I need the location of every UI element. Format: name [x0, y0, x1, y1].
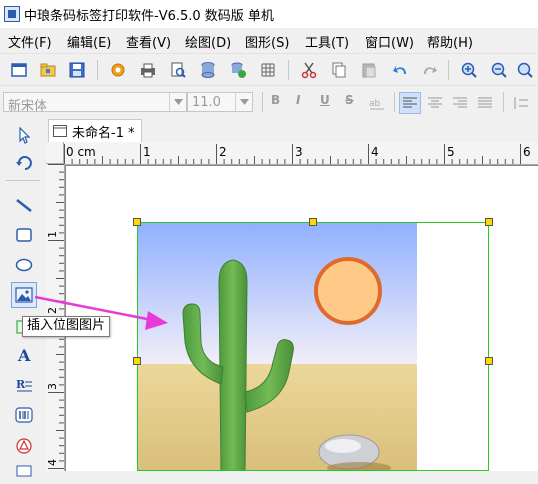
ruler-label-4: 4 [371, 145, 379, 159]
print-preview-icon[interactable] [167, 59, 189, 81]
save-icon[interactable] [66, 59, 88, 81]
ruler-label-0: 0 cm [66, 145, 96, 159]
resize-handle-top-left[interactable] [133, 218, 141, 226]
ruler-corner [46, 142, 64, 164]
vruler-label-3: 3 [46, 383, 59, 390]
strikethrough-button[interactable]: S [345, 93, 354, 107]
ruler-label-2: 2 [219, 145, 227, 159]
menu-draw[interactable]: 绘图(D) [185, 32, 231, 51]
menu-help[interactable]: 帮助(H) [427, 32, 473, 51]
vruler-label-4: 4 [46, 459, 59, 466]
grid-icon[interactable] [257, 59, 279, 81]
ellipse-tool-icon[interactable] [11, 252, 37, 278]
title-bar: 中琅条码标签打印软件-V6.5.0 数码版 单机 [0, 0, 538, 28]
redo-icon[interactable] [418, 59, 440, 81]
format-toolbar: 新宋体 11.0 B I U S ab [0, 85, 538, 119]
resize-handle-right[interactable] [485, 357, 493, 365]
chevron-down-icon [169, 93, 186, 111]
main-toolbar [0, 53, 538, 86]
align-justify-icon[interactable] [474, 92, 496, 114]
menu-window[interactable]: 窗口(W) [365, 32, 414, 51]
ruler-label-6: 6 [523, 145, 531, 159]
menu-bar: 文件(F) 编辑(E) 查看(V) 绘图(D) 图形(S) 工具(T) 窗口(W… [0, 28, 538, 53]
database-link-icon[interactable] [227, 59, 249, 81]
ruler-label-3: 3 [295, 145, 303, 159]
bold-button[interactable]: B [271, 93, 280, 107]
text-tool-icon[interactable]: A [11, 342, 37, 368]
barcode-tool-icon[interactable] [11, 402, 37, 428]
rectangle-tool-icon[interactable] [11, 222, 37, 248]
print-icon[interactable] [137, 59, 159, 81]
vruler-label-2: 2 [46, 307, 59, 314]
horizontal-ruler: 0 cm 1 2 3 4 5 6 [64, 142, 538, 165]
undo-icon[interactable] [390, 59, 412, 81]
italic-button[interactable]: I [296, 93, 300, 107]
tooltip: 插入位图图片 [22, 316, 111, 337]
database-icon[interactable] [197, 59, 219, 81]
tool-palette: A R [0, 118, 47, 477]
ruler-label-1: 1 [143, 145, 151, 159]
font-name-select[interactable]: 新宋体 [3, 92, 187, 114]
zoom-in-icon[interactable] [458, 59, 480, 81]
rotate-icon[interactable] [11, 150, 37, 176]
svg-text:ab: ab [369, 99, 381, 109]
paste-icon[interactable] [358, 59, 380, 81]
chevron-down-icon [235, 93, 252, 111]
svg-text:A: A [17, 346, 31, 364]
new-icon[interactable] [8, 59, 30, 81]
font-size-value: 11.0 [192, 95, 221, 110]
document-icon [53, 125, 67, 137]
zoom-out-icon[interactable] [488, 59, 510, 81]
menu-edit[interactable]: 编辑(E) [67, 32, 111, 51]
align-center-icon[interactable] [424, 92, 446, 114]
more-tools-icon[interactable] [11, 458, 37, 484]
resize-handle-left[interactable] [133, 357, 141, 365]
underline-button[interactable]: U [320, 93, 330, 107]
cut-icon[interactable] [298, 59, 320, 81]
zoom-fit-icon[interactable] [514, 59, 536, 81]
document-tab-bar: 未命名-1 * [46, 118, 538, 143]
font-size-select[interactable]: 11.0 [187, 92, 253, 112]
menu-tools[interactable]: 工具(T) [305, 32, 349, 51]
distribute-icon[interactable] [510, 92, 532, 114]
window-title: 中琅条码标签打印软件-V6.5.0 数码版 单机 [24, 9, 274, 24]
vruler-label-1: 1 [46, 231, 59, 238]
font-name-value: 新宋体 [8, 99, 48, 114]
menu-file[interactable]: 文件(F) [8, 32, 52, 51]
design-canvas[interactable] [65, 165, 538, 471]
align-left-icon[interactable] [399, 92, 421, 114]
menu-view[interactable]: 查看(V) [126, 32, 171, 51]
copy-icon[interactable] [328, 59, 350, 81]
rich-text-tool-icon[interactable]: R [11, 372, 37, 398]
menu-shape[interactable]: 图形(S) [245, 32, 289, 51]
select-pointer-icon[interactable] [11, 122, 37, 148]
ruler-label-5: 5 [447, 145, 455, 159]
text-spacing-icon[interactable]: ab [366, 92, 388, 114]
settings-icon[interactable] [107, 59, 129, 81]
document-tab-title: 未命名-1 * [72, 125, 135, 141]
open-icon[interactable] [37, 59, 59, 81]
insert-bitmap-icon[interactable] [11, 282, 37, 308]
align-right-icon[interactable] [449, 92, 471, 114]
svg-text:R: R [16, 378, 26, 391]
shape-tool-icon[interactable] [11, 432, 37, 458]
selection-frame[interactable] [137, 222, 489, 471]
app-icon [4, 6, 20, 22]
line-tool-icon[interactable] [11, 192, 37, 218]
document-tab[interactable]: 未命名-1 * [48, 119, 142, 142]
resize-handle-top[interactable] [309, 218, 317, 226]
resize-handle-top-right[interactable] [485, 218, 493, 226]
